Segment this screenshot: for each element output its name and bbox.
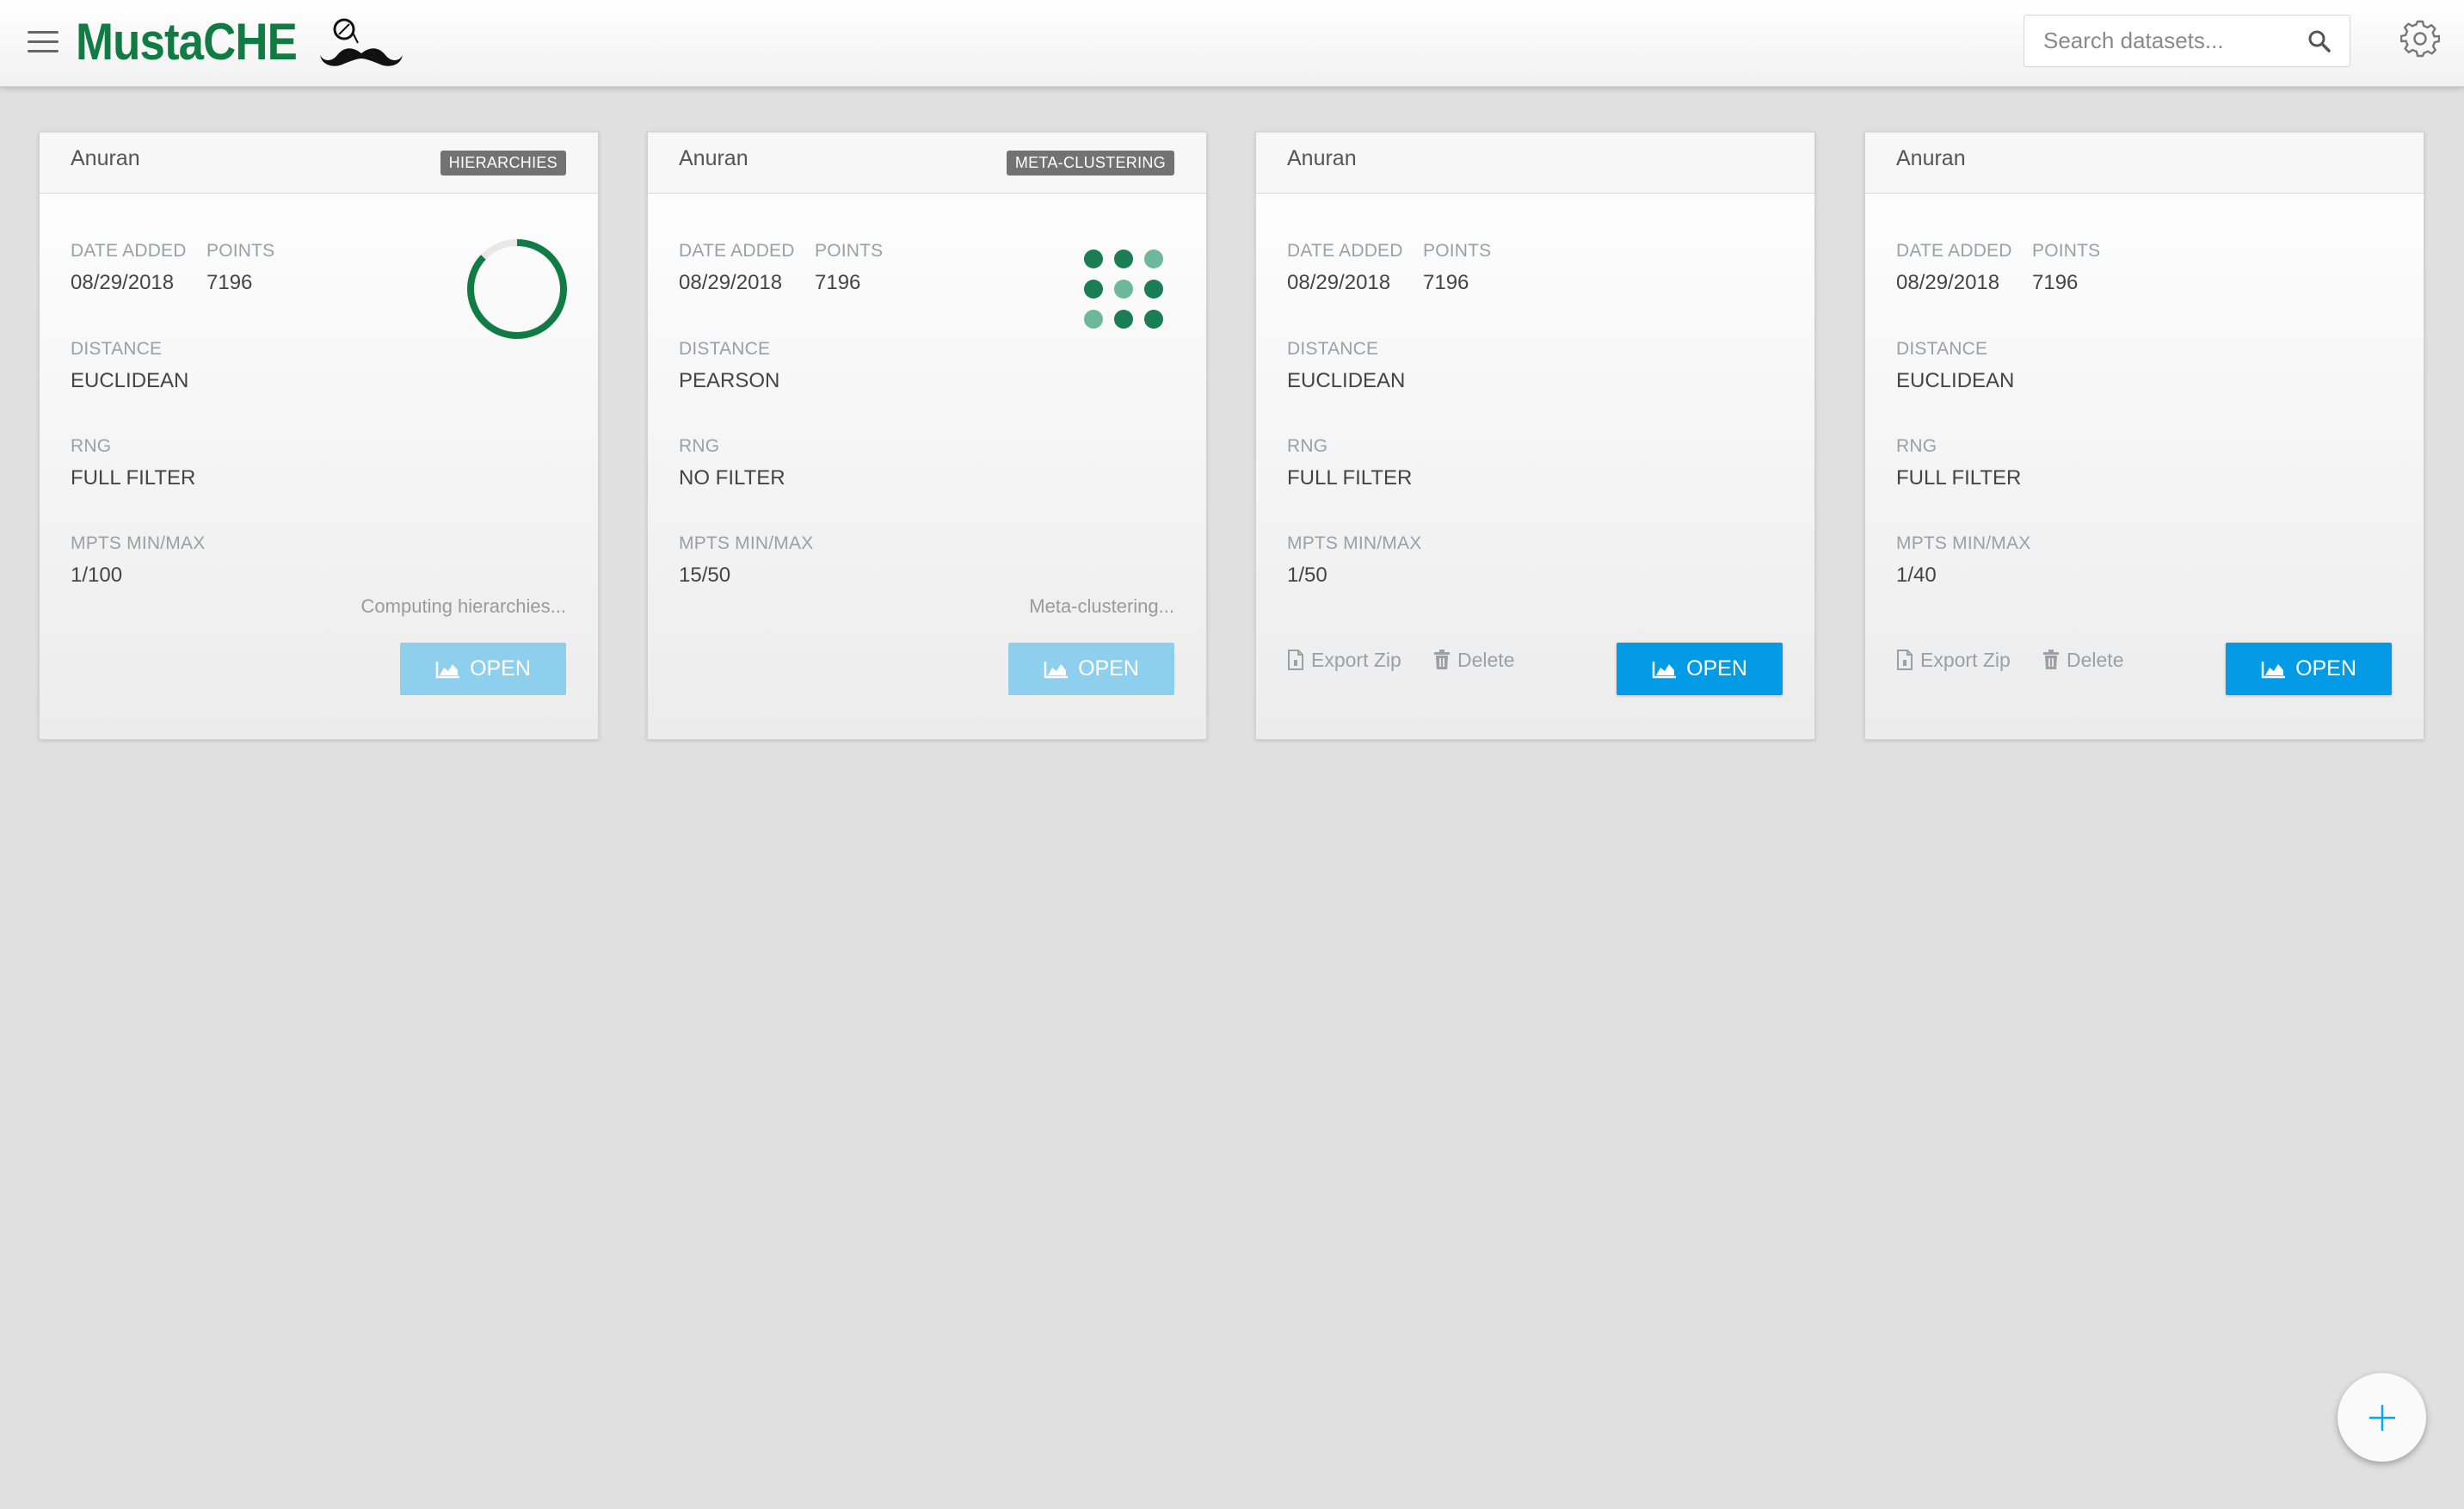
dataset-card: Anuran DATE ADDED POINTS 08/29/2018 7196… xyxy=(1864,132,2424,740)
distance-label: DISTANCE xyxy=(1287,339,1379,359)
search-icon[interactable] xyxy=(2307,28,2332,54)
mpts-value: 1/50 xyxy=(1287,564,1327,587)
points-value: 7196 xyxy=(1423,271,1469,294)
zip-file-icon xyxy=(1288,650,1303,670)
card-header: Anuran xyxy=(1256,132,1814,194)
date-added-label: DATE ADDED xyxy=(679,241,795,261)
rng-label: RNG xyxy=(71,436,112,456)
open-button-label: OPEN xyxy=(470,656,531,681)
rng-value: FULL FILTER xyxy=(71,466,196,490)
card-title: Anuran xyxy=(1896,146,1966,170)
points-value: 7196 xyxy=(815,271,861,294)
points-label: POINTS xyxy=(206,241,275,261)
status-text: Meta-clustering... xyxy=(1029,595,1174,617)
mustache-logo-icon xyxy=(320,18,403,66)
delete-label: Delete xyxy=(1457,648,1515,671)
open-button-label: OPEN xyxy=(1686,656,1747,681)
distance-label: DISTANCE xyxy=(71,339,163,359)
app-header: MustaCHE xyxy=(0,0,2464,87)
distance-label: DISTANCE xyxy=(1896,339,1988,359)
rng-label: RNG xyxy=(679,436,720,456)
card-title: Anuran xyxy=(1287,146,1357,170)
progress-spinner xyxy=(467,239,567,339)
search-box xyxy=(2024,15,2350,67)
card-header: Anuran META-CLUSTERING xyxy=(648,132,1206,194)
card-header: Anuran HIERARCHIES xyxy=(40,132,598,194)
open-button[interactable]: OPEN xyxy=(1617,643,1783,695)
distance-value: EUCLIDEAN xyxy=(1896,369,2015,392)
add-dataset-button[interactable] xyxy=(2338,1373,2426,1462)
trash-icon xyxy=(1434,650,1450,669)
open-button-label: OPEN xyxy=(1078,656,1139,681)
card-title: Anuran xyxy=(679,146,748,170)
area-chart-icon xyxy=(1652,661,1677,678)
area-chart-icon xyxy=(1044,661,1069,678)
dot-grid-loader-icon xyxy=(1084,249,1163,329)
trash-icon xyxy=(2043,650,2059,669)
open-button[interactable]: OPEN xyxy=(1008,643,1174,695)
date-added-label: DATE ADDED xyxy=(1287,241,1403,261)
distance-value: EUCLIDEAN xyxy=(71,369,189,392)
distance-value: EUCLIDEAN xyxy=(1287,369,1406,392)
points-label: POINTS xyxy=(1423,241,1492,261)
date-added-value: 08/29/2018 xyxy=(1896,271,2000,294)
open-button-label: OPEN xyxy=(2295,656,2356,681)
area-chart-icon xyxy=(435,661,460,678)
export-zip-link[interactable]: Export Zip xyxy=(1287,643,1401,677)
points-value: 7196 xyxy=(206,271,253,294)
search-input[interactable] xyxy=(2024,15,2300,66)
mpts-value: 1/40 xyxy=(1896,564,1937,587)
area-chart-icon xyxy=(2261,661,2286,678)
delete-link[interactable]: Delete xyxy=(2042,643,2123,677)
status-badge: META-CLUSTERING xyxy=(1006,151,1174,176)
distance-label: DISTANCE xyxy=(679,339,771,359)
rng-value: NO FILTER xyxy=(679,466,785,490)
gear-icon[interactable] xyxy=(2400,19,2440,59)
open-button[interactable]: OPEN xyxy=(400,643,566,695)
points-label: POINTS xyxy=(815,241,884,261)
points-value: 7196 xyxy=(2032,271,2079,294)
rng-value: FULL FILTER xyxy=(1896,466,2022,490)
dataset-card: Anuran DATE ADDED POINTS 08/29/2018 7196… xyxy=(1255,132,1815,740)
mpts-label: MPTS MIN/MAX xyxy=(679,533,814,553)
mpts-label: MPTS MIN/MAX xyxy=(1896,533,2031,553)
rng-value: FULL FILTER xyxy=(1287,466,1413,490)
dataset-card: Anuran META-CLUSTERING DATE ADDED POINTS… xyxy=(647,132,1207,740)
mpts-value: 1/100 xyxy=(71,564,123,587)
card-header: Anuran xyxy=(1865,132,2424,194)
open-button[interactable]: OPEN xyxy=(2226,643,2392,695)
delete-label: Delete xyxy=(2067,648,2124,671)
date-added-label: DATE ADDED xyxy=(71,241,187,261)
dataset-card: Anuran HIERARCHIES DATE ADDED POINTS 08/… xyxy=(39,132,599,740)
export-zip-label: Export Zip xyxy=(1920,648,2011,671)
plus-icon xyxy=(2369,1404,2395,1431)
mpts-label: MPTS MIN/MAX xyxy=(71,533,206,553)
date-added-value: 08/29/2018 xyxy=(71,271,175,294)
rng-label: RNG xyxy=(1287,436,1328,456)
points-label: POINTS xyxy=(2032,241,2101,261)
status-text: Computing hierarchies... xyxy=(360,595,566,617)
zip-file-icon xyxy=(1897,650,1913,670)
date-added-value: 08/29/2018 xyxy=(1287,271,1391,294)
delete-link[interactable]: Delete xyxy=(1433,643,1514,677)
mpts-value: 15/50 xyxy=(679,564,731,587)
distance-value: PEARSON xyxy=(679,369,780,392)
date-added-value: 08/29/2018 xyxy=(679,271,783,294)
hamburger-menu-icon[interactable] xyxy=(28,29,60,55)
export-zip-link[interactable]: Export Zip xyxy=(1896,643,2011,677)
mpts-label: MPTS MIN/MAX xyxy=(1287,533,1422,553)
date-added-label: DATE ADDED xyxy=(1896,241,2012,261)
app-title: MustaCHE xyxy=(76,13,298,71)
export-zip-label: Export Zip xyxy=(1311,648,1401,671)
rng-label: RNG xyxy=(1896,436,1937,456)
status-badge: HIERARCHIES xyxy=(440,151,566,176)
card-title: Anuran xyxy=(71,146,140,170)
